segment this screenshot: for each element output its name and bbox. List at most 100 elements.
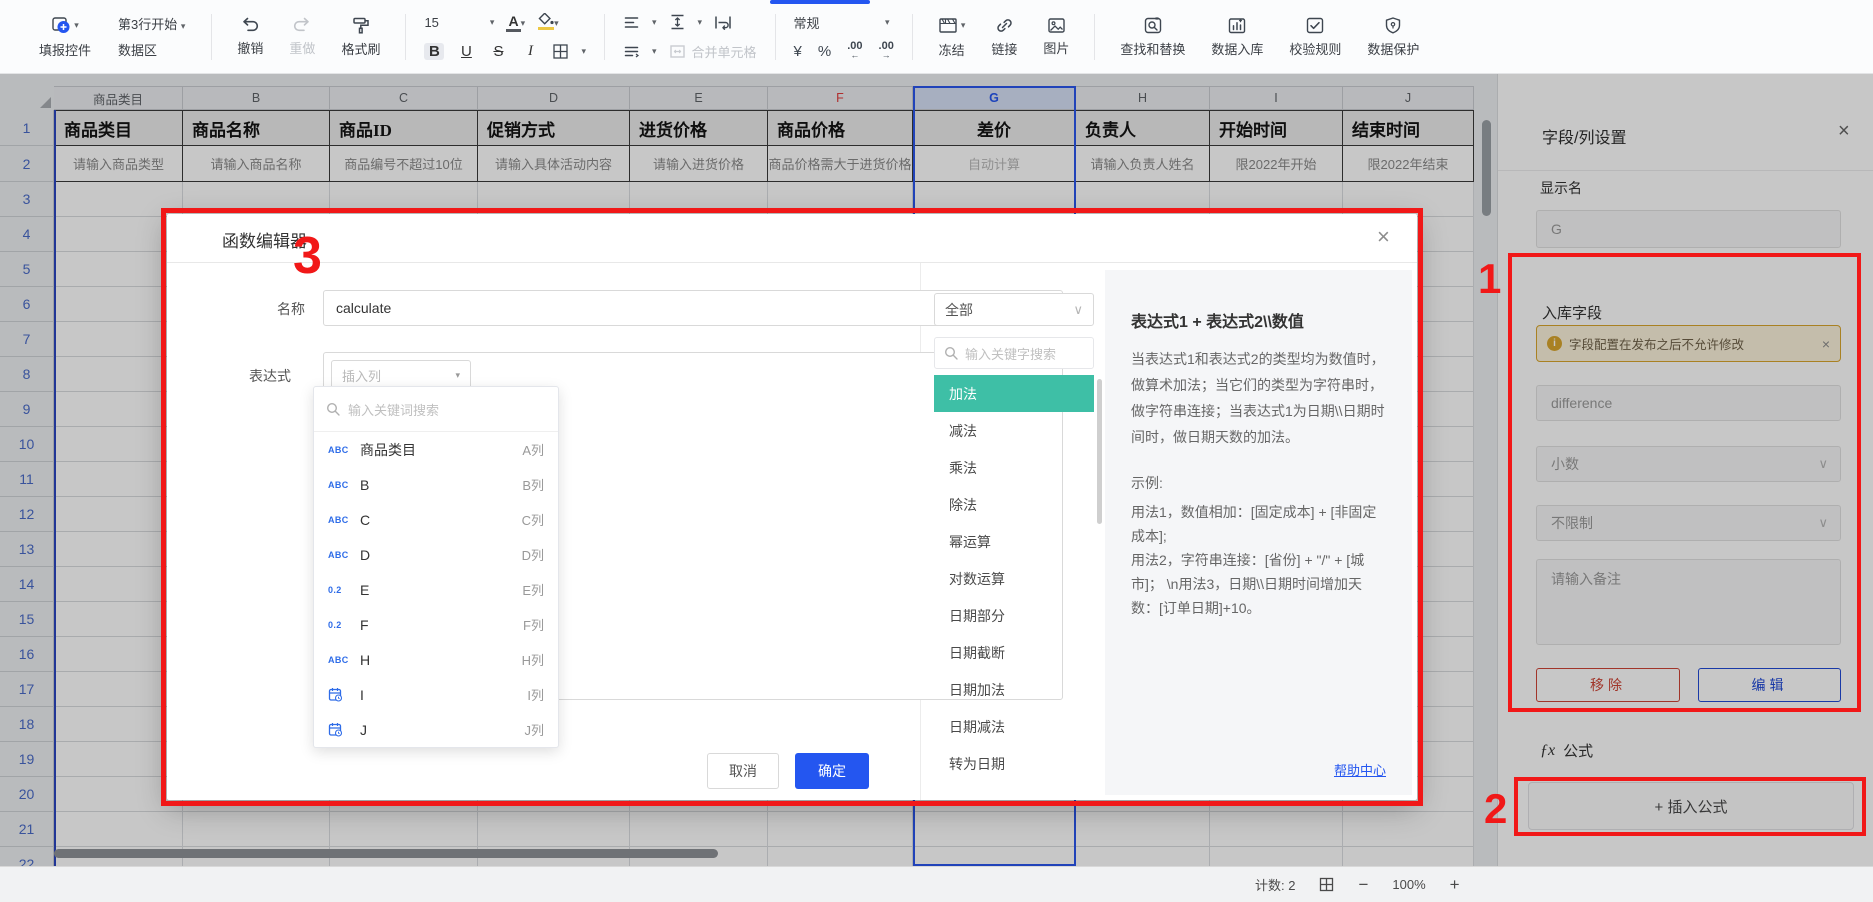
column-option[interactable]: ABCHH列 <box>314 642 558 677</box>
merge-cells-button[interactable]: 合并单元格 <box>669 40 757 62</box>
category-item[interactable]: 乘法 <box>934 449 1094 486</box>
category-item[interactable]: 日期加法 <box>934 671 1094 708</box>
chevron-down-icon: ▾ <box>455 370 460 381</box>
freeze-icon <box>938 17 958 34</box>
close-icon[interactable]: × <box>1377 224 1390 250</box>
chevron-down-icon: ▾ <box>554 18 559 28</box>
function-search-box[interactable]: 输入关键字搜索 <box>934 337 1094 369</box>
grid-view-icon[interactable] <box>1319 877 1334 892</box>
increase-decimal-button[interactable]: .00→ <box>879 42 894 60</box>
divider <box>912 14 913 60</box>
divider <box>405 14 406 60</box>
zoom-out-button[interactable]: − <box>1358 875 1368 895</box>
column-option[interactable]: ABCBB列 <box>314 467 558 502</box>
undo-button[interactable]: 撤销 <box>224 0 276 73</box>
font-size-select[interactable]: 15▾ <box>424 15 494 30</box>
bold-button[interactable]: B <box>424 43 444 60</box>
number-format-group: 常规▾ ¥ % .00← .00→ <box>788 0 900 73</box>
font-color-button[interactable]: A▾ <box>506 13 525 31</box>
format-painter-icon <box>351 16 371 35</box>
example-label: 示例: <box>1131 470 1386 496</box>
column-option[interactable]: 0.2EE列 <box>314 572 558 607</box>
column-dropdown-panel: 输入关键词搜索 ABC商品类目A列 ABCBB列 ABCCC列 ABCDD列 0… <box>313 386 559 748</box>
underline-button[interactable]: U <box>456 43 476 60</box>
category-item[interactable]: 对数运算 <box>934 560 1094 597</box>
chevron-down-icon: ▾ <box>521 18 526 28</box>
arrow-left-icon: ← <box>850 51 859 60</box>
category-item-selected[interactable]: 加法 <box>934 375 1094 412</box>
find-replace-icon <box>1143 16 1163 35</box>
category-list-scrollbar[interactable] <box>1097 379 1102 524</box>
column-option[interactable]: ABCDD列 <box>314 537 558 572</box>
borders-button[interactable] <box>552 43 569 60</box>
region-start-row[interactable]: 第3行开始 ▾ <box>118 14 185 33</box>
redo-button[interactable]: 重做 <box>276 0 328 73</box>
text-wrap-button[interactable] <box>714 15 732 30</box>
horizontal-align-button[interactable] <box>623 15 640 30</box>
example-1: 用法1，数值相加：[固定成本] + [非固定成本]; <box>1131 500 1386 548</box>
text-type-icon: ABC <box>328 550 360 560</box>
validation-rules-button[interactable]: 校验规则 <box>1276 0 1354 73</box>
divider <box>167 262 1417 263</box>
text-type-icon: ABC <box>328 655 360 665</box>
image-button[interactable]: 图片 <box>1030 0 1082 73</box>
chevron-down-icon: ▾ <box>581 46 586 57</box>
category-item[interactable]: 除法 <box>934 486 1094 523</box>
column-option[interactable]: ABC商品类目A列 <box>314 432 558 467</box>
format-painter-button[interactable]: 格式刷 <box>328 0 393 73</box>
zoom-in-button[interactable]: + <box>1450 875 1460 895</box>
column-option[interactable]: JJ列 <box>314 712 558 747</box>
validation-rules-icon <box>1305 16 1325 35</box>
category-item[interactable]: 日期部分 <box>934 597 1094 634</box>
category-item[interactable]: 日期减法 <box>934 708 1094 745</box>
column-search-row[interactable]: 输入关键词搜索 <box>314 387 558 432</box>
vertical-align-button[interactable] <box>669 14 686 30</box>
category-item[interactable]: 减法 <box>934 412 1094 449</box>
data-region-group[interactable]: 第3行开始 ▾ 数据区 <box>104 0 199 73</box>
app-window: ▾ 填报控件 第3行开始 ▾ 数据区 撤销 重做 格式刷 15▾ A▾ ▾ <box>0 0 1873 902</box>
chevron-down-icon: ▾ <box>74 20 79 31</box>
column-option[interactable]: 0.2FF列 <box>314 607 558 642</box>
italic-button[interactable]: I <box>520 43 540 60</box>
chevron-down-icon: ▾ <box>961 20 966 31</box>
decrease-decimal-button[interactable]: .00← <box>847 42 862 60</box>
count-indicator: 计数: 2 <box>1255 875 1295 894</box>
chevron-down-icon: ▾ <box>490 17 495 28</box>
column-option[interactable]: II列 <box>314 677 558 712</box>
link-button[interactable]: 链接 <box>978 0 1030 73</box>
divider <box>211 14 212 60</box>
category-item[interactable]: 转为日期 <box>934 745 1094 782</box>
cancel-button[interactable]: 取消 <box>707 753 779 789</box>
help-center-link[interactable]: 帮助中心 <box>1334 760 1386 779</box>
redo-icon <box>292 16 312 34</box>
percent-button[interactable]: % <box>818 43 831 60</box>
divider <box>775 14 776 60</box>
number-format-select[interactable]: 常规▾ <box>794 13 890 32</box>
zoom-level[interactable]: 100% <box>1392 877 1425 892</box>
link-icon <box>995 16 1014 35</box>
function-description: 当表达式1和表达式2的类型均为数值时，做算术加法；当它们的类型为字符串时，做字符… <box>1131 346 1386 450</box>
currency-button[interactable]: ¥ <box>794 43 802 60</box>
strikethrough-button[interactable]: S <box>488 43 508 60</box>
text-direction-button[interactable] <box>623 45 640 58</box>
font-group: 15▾ A▾ ▾ B U S I ▾ <box>418 0 592 73</box>
fill-widget-button[interactable]: ▾ 填报控件 <box>26 0 104 73</box>
undo-icon <box>240 16 260 34</box>
freeze-button[interactable]: ▾ 冻结 <box>925 0 979 73</box>
function-description-panel: 表达式1 + 表达式2\\数值 当表达式1和表达式2的类型均为数值时，做算术加法… <box>1105 270 1412 795</box>
category-item[interactable]: 幂运算 <box>934 523 1094 560</box>
number-type-icon: 0.2 <box>328 585 360 595</box>
category-filter-select[interactable]: 全部 ∨ <box>934 293 1094 326</box>
find-replace-button[interactable]: 查找和替换 <box>1107 0 1198 73</box>
data-protect-button[interactable]: 数据保护 <box>1354 0 1432 73</box>
data-store-button[interactable]: 数据入库 <box>1198 0 1276 73</box>
fill-color-button[interactable]: ▾ <box>537 13 559 31</box>
divider <box>1094 14 1095 60</box>
function-signature: 表达式1 + 表达式2\\数值 <box>1131 308 1386 332</box>
status-bar: 计数: 2 − 100% + <box>0 866 1873 902</box>
column-option[interactable]: ABCCC列 <box>314 502 558 537</box>
toolbar: ▾ 填报控件 第3行开始 ▾ 数据区 撤销 重做 格式刷 15▾ A▾ ▾ <box>0 0 1873 74</box>
annotation-number-1: 1 <box>1478 258 1501 300</box>
confirm-button[interactable]: 确定 <box>795 753 869 789</box>
category-item[interactable]: 日期截断 <box>934 634 1094 671</box>
